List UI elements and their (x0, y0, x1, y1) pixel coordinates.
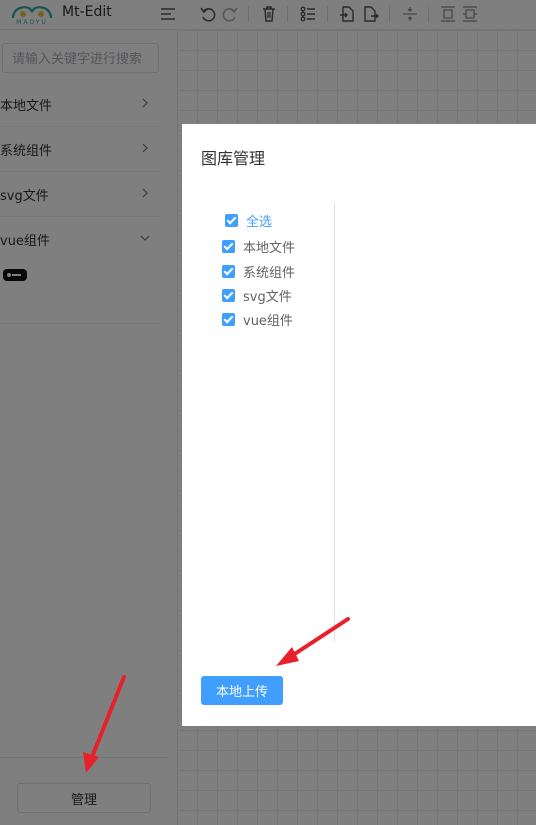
checkbox-checked-icon (222, 265, 235, 278)
checkbox-label: 全选 (246, 215, 273, 230)
checkbox-checked-icon (222, 289, 235, 302)
checkbox-label: svg文件 (243, 290, 292, 305)
checkbox-label: 系统组件 (243, 266, 296, 281)
checkbox-label: vue组件 (243, 314, 293, 329)
checkbox-system-components[interactable]: 系统组件 (222, 262, 295, 281)
local-upload-button[interactable]: 本地上传 (201, 676, 283, 705)
checkbox-svg-files[interactable]: svg文件 (222, 286, 292, 305)
checkbox-checked-icon (222, 240, 235, 253)
checkbox-vue-components[interactable]: vue组件 (222, 310, 293, 329)
select-all-checkbox[interactable]: 全选 (225, 211, 272, 230)
checkbox-label: 本地文件 (243, 241, 296, 256)
gallery-manage-dialog: 图库管理 全选 本地文件 系统组件 svg文件 vue组件 本地上传 (182, 124, 536, 726)
checkbox-local-files[interactable]: 本地文件 (222, 237, 295, 256)
checkbox-checked-icon (225, 214, 238, 227)
dialog-title: 图库管理 (201, 149, 266, 168)
category-tree: 全选 本地文件 系统组件 svg文件 vue组件 (182, 202, 335, 642)
checkbox-checked-icon (222, 313, 235, 326)
